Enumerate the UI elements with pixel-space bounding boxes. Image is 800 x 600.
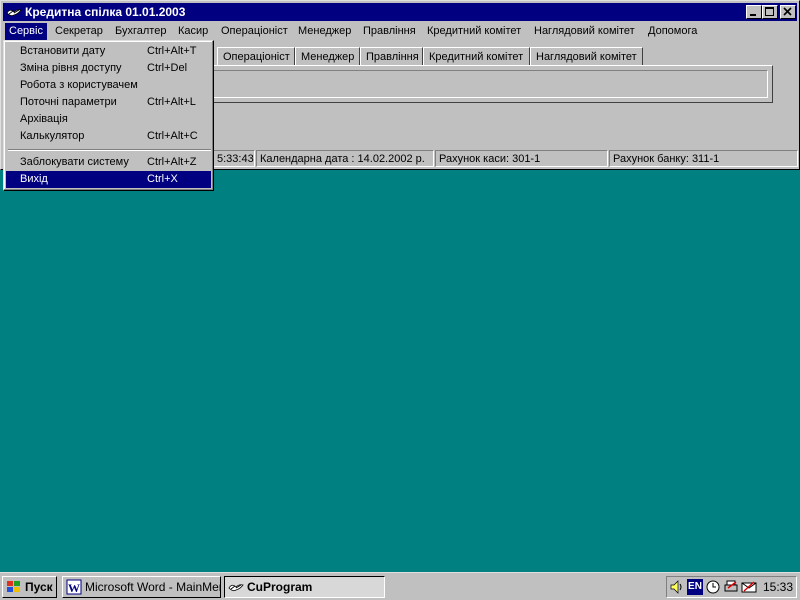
status-cash-account: Рахунок каси: 301-1 [435, 150, 608, 167]
windows-flag-icon [6, 579, 22, 598]
title-bar[interactable]: Кредитна спілка 01.01.2003 [3, 3, 797, 21]
menu-bar: Сервіс Секретар Бухгалтер Касир Операціо… [3, 22, 797, 41]
menu-item-current-parameters[interactable]: Поточні параметри Ctrl+Alt+L [6, 94, 211, 111]
start-label: Пуск [25, 580, 53, 594]
cu-logo-icon [228, 579, 244, 597]
mail-icon[interactable] [741, 579, 757, 595]
menu-item-shortcut: Ctrl+Alt+L [147, 96, 196, 108]
menu-separator [8, 149, 211, 151]
menu-item-shortcut: Ctrl+Alt+T [147, 45, 197, 57]
menu-accountant[interactable]: Бухгалтер [115, 23, 166, 40]
menu-item-change-access-level[interactable]: Зміна рівня доступу Ctrl+Del [6, 60, 211, 77]
task-label: Microsoft Word - MainMen... [85, 580, 221, 594]
menu-item-label: Встановити дату [20, 45, 106, 57]
speaker-icon[interactable] [669, 579, 685, 595]
task-cuprogram[interactable]: CuProgram [224, 576, 385, 598]
menu-secretary[interactable]: Секретар [55, 23, 103, 40]
cu-logo-icon[interactable] [6, 4, 22, 20]
svg-text:W: W [68, 581, 80, 595]
menu-item-archive[interactable]: Архівація [6, 111, 211, 128]
menu-item-shortcut: Ctrl+Del [147, 62, 188, 74]
menu-item-shortcut: Ctrl+Alt+Z [147, 156, 197, 168]
menu-item-calculator[interactable]: Калькулятор Ctrl+Alt+C [6, 128, 211, 145]
menu-cashier[interactable]: Касир [178, 23, 208, 40]
window-title: Кредитна спілка 01.01.2003 [25, 5, 186, 19]
system-tray: EN 15:33 [666, 576, 797, 598]
status-bank-account: Рахунок банку: 311-1 [609, 150, 798, 167]
menu-help[interactable]: Допомога [648, 23, 697, 40]
task-word[interactable]: W Microsoft Word - MainMen... [62, 576, 221, 598]
status-calendar-date: Календарна дата : 14.02.2002 р. [256, 150, 434, 167]
printer-icon[interactable] [723, 579, 739, 595]
taskbar: Пуск W Microsoft Word - MainMen... CuPro… [0, 572, 800, 600]
start-button[interactable]: Пуск [2, 576, 57, 598]
menu-item-set-date[interactable]: Встановити дату Ctrl+Alt+T [6, 43, 211, 60]
menu-item-shortcut: Ctrl+X [147, 173, 178, 185]
menu-item-label: Калькулятор [20, 130, 85, 142]
close-button[interactable] [780, 5, 796, 19]
menu-item-lock-system[interactable]: Заблокувати систему Ctrl+Alt+Z [6, 154, 211, 171]
tab-supervisory-committee[interactable]: Наглядовий комітет [530, 47, 643, 65]
menu-manager[interactable]: Менеджер [298, 23, 351, 40]
menu-item-label: Зміна рівня доступу [20, 62, 122, 74]
menu-item-label: Архівація [20, 113, 68, 125]
minimize-button[interactable] [746, 5, 762, 19]
tab-board[interactable]: Правління [360, 47, 423, 65]
menu-item-user-work[interactable]: Робота з користувачем [6, 77, 211, 94]
menu-item-exit[interactable]: Вихід Ctrl+X [6, 171, 211, 188]
menu-item-label: Робота з користувачем [20, 79, 138, 91]
menu-credit-committee[interactable]: Кредитний комітет [427, 23, 521, 40]
status-time: 5:33:43 [213, 150, 255, 167]
menu-item-shortcut: Ctrl+Alt+C [147, 130, 198, 142]
task-scheduler-icon[interactable] [705, 579, 721, 595]
menu-item-label: Вихід [20, 173, 48, 185]
menu-supervisory-committee[interactable]: Наглядовий комітет [534, 23, 635, 40]
tab-credit-committee[interactable]: Кредитний комітет [423, 47, 530, 65]
service-menu-dropdown: Встановити дату Ctrl+Alt+T Зміна рівня д… [3, 40, 214, 191]
clock: 15:33 [763, 580, 794, 594]
maximize-button[interactable] [762, 5, 778, 19]
menu-board[interactable]: Правління [363, 23, 416, 40]
menu-item-label: Заблокувати систему [20, 156, 129, 168]
menu-item-label: Поточні параметри [20, 96, 117, 108]
tab-operator[interactable]: Операціоніст [217, 47, 295, 65]
word-icon: W [66, 579, 82, 597]
menu-operator[interactable]: Операціоніст [221, 23, 288, 40]
language-icon[interactable]: EN [687, 579, 703, 595]
tab-manager[interactable]: Менеджер [295, 47, 360, 65]
menu-service[interactable]: Сервіс [5, 23, 47, 40]
task-label: CuProgram [247, 580, 313, 594]
